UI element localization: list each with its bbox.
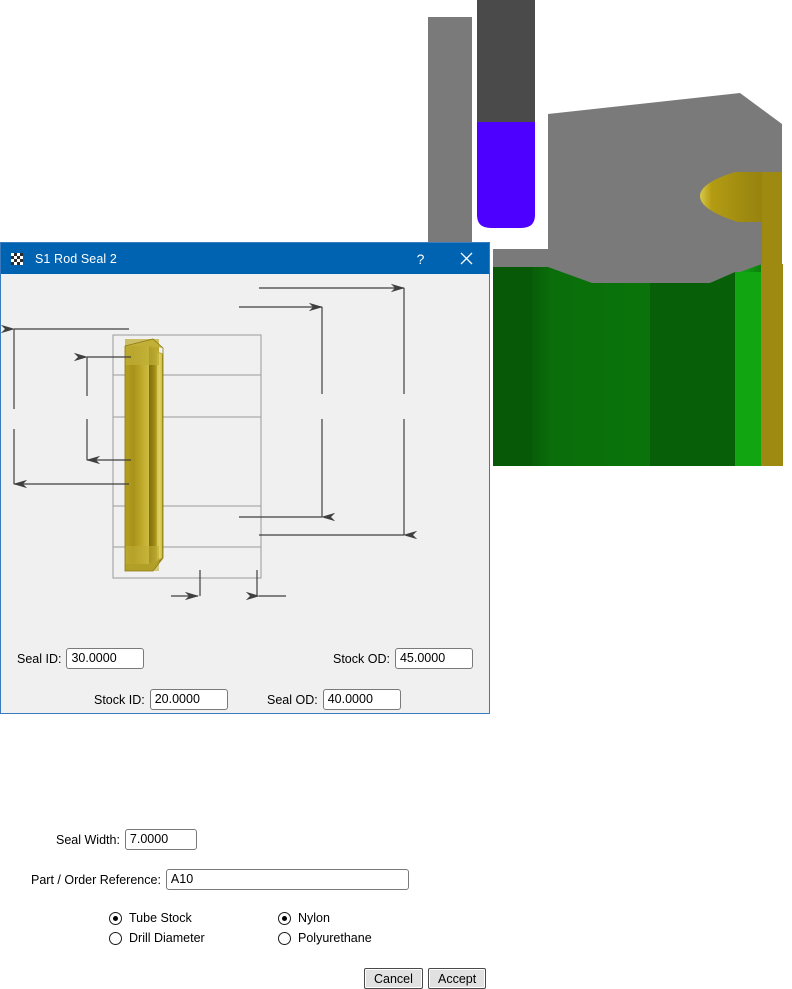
rod-seal-dialog[interactable]: S1 Rod Seal 2 ? Seal ID: 30.0000 Stock I… — [0, 242, 491, 989]
seal-width-label: Seal Width: — [56, 832, 120, 847]
close-button[interactable] — [444, 243, 489, 274]
dim-stock-od — [259, 283, 418, 540]
radio-drill-diameter-icon — [109, 931, 122, 945]
cancel-button[interactable]: Cancel — [364, 968, 423, 989]
housing-left-wall — [428, 17, 472, 244]
cylinder-bore-shadow-left — [493, 267, 532, 466]
dim-stock-id — [73, 352, 131, 465]
dim-seal-od — [239, 302, 336, 522]
seal-extrusion-right — [761, 264, 783, 466]
radio-drill-diameter[interactable]: Drill Diameter — [109, 931, 205, 945]
seal-od-input[interactable] — [322, 689, 401, 710]
stock-id-label: Stock ID: — [94, 692, 145, 707]
radio-nylon-label: Nylon — [298, 911, 330, 925]
seal-width-input[interactable] — [124, 829, 197, 850]
seal-id-field-group: Seal ID: — [17, 648, 145, 669]
piston-seal-blue — [477, 122, 535, 228]
radio-tube-stock-label: Tube Stock — [129, 911, 192, 925]
seal-od-field-group: Seal OD: — [267, 689, 401, 710]
stock-id-input[interactable] — [149, 689, 228, 710]
accept-button[interactable]: Accept — [428, 968, 487, 989]
seal-part-icon — [10, 250, 26, 267]
seal-dimension-diagram — [1, 274, 491, 604]
seal-od-label: Seal OD: — [267, 692, 318, 707]
cylinder-bore-highlight — [735, 272, 761, 466]
dialog-body: Seal ID: Stock ID: Seal OD: Stock OD: Se… — [1, 274, 491, 989]
stock-od-input[interactable] — [394, 648, 473, 669]
radio-polyurethane-label: Polyurethane — [298, 931, 372, 945]
radio-drill-diameter-label: Drill Diameter — [129, 931, 205, 945]
part-reference-input[interactable] — [165, 869, 409, 890]
cylinder-bore-shadow-right — [650, 272, 735, 466]
seal-solid-graphic — [124, 338, 164, 572]
seal-id-label: Seal ID: — [17, 651, 62, 666]
help-button[interactable]: ? — [398, 243, 443, 274]
radio-nylon[interactable]: Nylon — [278, 911, 330, 925]
dim-seal-width — [171, 570, 286, 601]
dim-seal-id — [1, 324, 129, 489]
dialog-title: S1 Rod Seal 2 — [35, 251, 117, 266]
radio-polyurethane-icon — [278, 931, 291, 945]
help-icon: ? — [416, 250, 425, 267]
part-reference-label: Part / Order Reference: — [31, 872, 161, 887]
radio-tube-stock[interactable]: Tube Stock — [109, 911, 192, 925]
radio-polyurethane[interactable]: Polyurethane — [278, 931, 372, 945]
seal-width-field-group: Seal Width: — [56, 829, 197, 850]
stock-id-field-group: Stock ID: — [94, 689, 228, 710]
stock-od-label: Stock OD: — [333, 651, 390, 666]
dialog-titlebar[interactable]: S1 Rod Seal 2 ? — [1, 243, 489, 274]
radio-tube-stock-icon — [109, 911, 122, 925]
seal-id-input[interactable] — [66, 648, 145, 669]
rod-upper-body — [477, 0, 535, 122]
radio-nylon-icon — [278, 911, 291, 925]
close-icon — [460, 252, 473, 265]
part-reference-field-group: Part / Order Reference: — [31, 869, 409, 890]
stock-od-field-group: Stock OD: — [333, 648, 473, 669]
